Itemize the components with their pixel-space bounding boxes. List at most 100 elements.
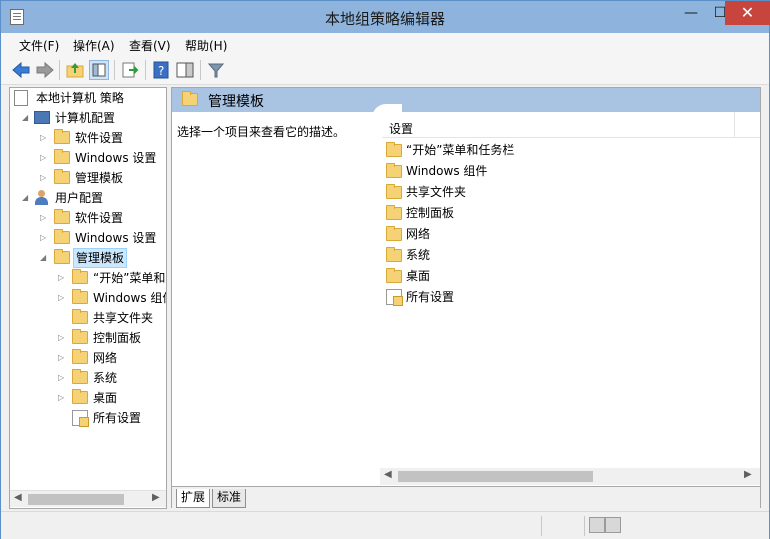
tree-pane: 本地计算机 策略 ◢ 计算机配置 ▷ 软件设置 ▷ Windows 设置 ▷ 管… <box>9 87 167 509</box>
policy-document-icon <box>14 90 28 106</box>
tab-standard[interactable]: 标准 <box>212 489 247 508</box>
folder-icon <box>386 142 402 157</box>
tree-sub-all-label: 所有设置 <box>93 411 142 425</box>
folder-icon <box>54 229 70 244</box>
folder-icon <box>54 149 70 164</box>
folder-icon <box>182 91 198 106</box>
collapse-arrow-icon[interactable]: ◢ <box>22 108 32 128</box>
folder-icon <box>386 205 402 220</box>
title-bar: 本地组策略编辑器 — ☐ ✕ <box>1 1 770 33</box>
forward-arrow-icon[interactable] <box>35 60 55 80</box>
column-header-label: 设置 <box>389 122 414 136</box>
show-hide-tree-icon[interactable] <box>89 60 109 80</box>
svg-text:?: ? <box>158 64 164 78</box>
details-header: 管理模板 <box>172 88 760 112</box>
scroll-left-icon[interactable]: ◀ <box>384 469 392 480</box>
toolbar-separator <box>200 60 201 80</box>
help-icon[interactable]: ? <box>151 60 171 80</box>
minimize-button[interactable]: — <box>677 1 705 25</box>
all-settings-icon <box>72 410 89 427</box>
expand-arrow-icon[interactable]: ▷ <box>40 128 50 148</box>
description-text: 选择一个项目来查看它的描述。 <box>177 125 346 139</box>
scroll-thumb[interactable] <box>398 471 593 482</box>
export-list-icon[interactable] <box>120 60 140 80</box>
tree-u-windows-label: Windows 设置 <box>75 231 157 245</box>
tree-user-config-label: 用户配置 <box>55 191 104 205</box>
folder-icon <box>72 269 88 284</box>
status-separator <box>541 516 542 536</box>
expand-arrow-icon[interactable]: ▷ <box>58 268 68 288</box>
tree-sub-desktop-label: 桌面 <box>93 391 118 405</box>
list-horizontal-scrollbar[interactable]: ◀ ▶ <box>380 468 760 485</box>
expand-arrow-icon[interactable]: ▷ <box>40 228 50 248</box>
expand-arrow-icon[interactable]: ▷ <box>58 368 68 388</box>
list-item-label: Windows 组件 <box>406 164 488 178</box>
menu-help[interactable]: 帮助(H) <box>185 37 227 54</box>
tree-u-admin-label: 管理模板 <box>73 248 128 268</box>
toolbar-separator <box>114 60 115 80</box>
expand-arrow-icon[interactable]: ▷ <box>40 168 50 188</box>
status-filter-icon <box>605 517 621 533</box>
tab-extended[interactable]: 扩展 <box>176 489 211 508</box>
tree-u-software-label: 软件设置 <box>75 211 124 225</box>
expand-arrow-icon[interactable]: ▷ <box>58 388 68 408</box>
tree-sub-start-label: “开始”菜单和 <box>93 271 166 285</box>
list-item-label: 系统 <box>406 248 431 262</box>
menu-file[interactable]: 文件(F) <box>19 37 59 54</box>
expand-arrow-icon[interactable]: ▷ <box>58 328 68 348</box>
all-settings-icon <box>386 289 403 306</box>
folder-icon <box>72 349 88 364</box>
tree-c-windows-label: Windows 设置 <box>75 151 157 165</box>
list-item-label: 控制面板 <box>406 206 455 220</box>
show-hide-action-pane-icon[interactable] <box>175 60 195 80</box>
column-header-setting[interactable]: 设置 <box>382 112 760 138</box>
folder-icon <box>386 247 402 262</box>
menu-action[interactable]: 操作(A) <box>73 37 115 54</box>
tree-c-admin-label: 管理模板 <box>75 171 124 185</box>
tree-horizontal-scrollbar[interactable]: ◀ ▶ <box>10 490 166 507</box>
user-icon <box>34 190 50 206</box>
back-arrow-icon[interactable] <box>11 60 31 80</box>
list-item-label: 所有设置 <box>406 290 455 304</box>
tree-root-label: 本地计算机 策略 <box>36 91 124 105</box>
up-folder-icon[interactable] <box>65 60 85 80</box>
collapse-arrow-icon[interactable]: ◢ <box>22 188 32 208</box>
group-policy-editor-window: 本地组策略编辑器 — ☐ ✕ 文件(F) 操作(A) 查看(V) 帮助(H) ? <box>0 0 770 539</box>
folder-icon <box>386 163 402 178</box>
close-button[interactable]: ✕ <box>725 1 770 25</box>
filter-icon[interactable] <box>206 60 226 80</box>
folder-icon <box>72 289 88 304</box>
folder-icon <box>54 209 70 224</box>
toolbar-separator <box>59 60 60 80</box>
expand-arrow-icon[interactable]: ▷ <box>58 288 68 308</box>
collapse-arrow-icon[interactable]: ◢ <box>40 248 50 268</box>
expand-arrow-icon[interactable]: ▷ <box>40 208 50 228</box>
scroll-right-icon[interactable]: ▶ <box>152 492 160 503</box>
view-tabs: 扩展 标准 <box>172 486 760 508</box>
folder-icon <box>386 268 402 283</box>
expand-arrow-icon[interactable]: ▷ <box>40 148 50 168</box>
toolbar-separator <box>145 60 146 80</box>
tree-c-software-label: 软件设置 <box>75 131 124 145</box>
expand-arrow-icon[interactable]: ▷ <box>58 348 68 368</box>
computer-icon <box>34 111 50 124</box>
list-item-label: 桌面 <box>406 269 431 283</box>
details-header-title: 管理模板 <box>208 94 264 110</box>
tree-computer-config-label: 计算机配置 <box>55 111 116 125</box>
folder-icon <box>72 329 88 344</box>
folder-icon <box>54 169 70 184</box>
folder-icon <box>72 369 88 384</box>
toolbar: ? <box>1 55 769 85</box>
scroll-thumb[interactable] <box>28 494 124 505</box>
status-bar <box>1 511 769 539</box>
menu-view[interactable]: 查看(V) <box>129 37 171 54</box>
scroll-left-icon[interactable]: ◀ <box>14 492 22 503</box>
folder-icon <box>54 249 70 264</box>
column-divider[interactable] <box>734 112 735 138</box>
list-item-label: “开始”菜单和任务栏 <box>406 143 515 157</box>
tree-sub-shared-label: 共享文件夹 <box>93 311 154 325</box>
scroll-right-icon[interactable]: ▶ <box>744 469 752 480</box>
folder-icon <box>72 309 88 324</box>
details-pane: 管理模板 选择一个项目来查看它的描述。 设置 “开始”菜单和任务栏 Window… <box>171 87 761 508</box>
status-separator <box>584 516 585 536</box>
